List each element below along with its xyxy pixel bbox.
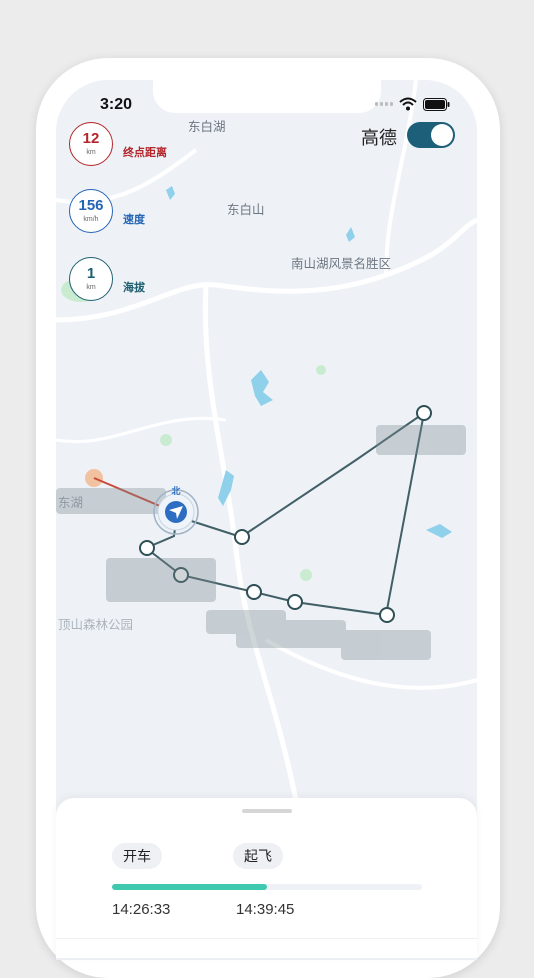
bottom-sheet[interactable]: 开车 起飞 14:26:33 14:39:45 [56, 798, 477, 958]
waypoint[interactable] [246, 584, 262, 600]
waypoint[interactable] [234, 529, 250, 545]
mode-drive-button[interactable]: 开车 [112, 843, 162, 869]
altitude-value: 1 [86, 265, 96, 282]
takeoff-time: 14:39:45 [236, 901, 295, 918]
map-label: 顶山森林公园 [58, 618, 134, 632]
altitude-label: 海拔 [123, 282, 145, 294]
green-area [160, 434, 172, 446]
waypoint[interactable] [287, 594, 303, 610]
toggle-knob [431, 124, 453, 146]
altitude-unit: km [86, 284, 96, 291]
mode-takeoff-button[interactable]: 起飞 [233, 843, 283, 869]
timeline-progress-fill [112, 884, 267, 890]
speed-value: 156 [78, 197, 104, 214]
speed-label: 速度 [123, 214, 145, 226]
waypoint[interactable] [416, 405, 432, 421]
status-icons [375, 97, 450, 111]
map-view[interactable]: 北 [56, 80, 477, 800]
device-notch [153, 80, 381, 113]
wifi-icon [399, 97, 417, 111]
map-provider-toggle[interactable] [407, 122, 455, 148]
start-time: 14:26:33 [112, 901, 171, 918]
map-label: 东湖 [58, 496, 84, 510]
divider [56, 938, 477, 939]
green-area [300, 569, 312, 581]
sheet-drag-handle[interactable] [242, 809, 292, 813]
distance-gauge: 12 km [69, 122, 113, 166]
battery-icon [423, 97, 450, 111]
green-area [316, 365, 326, 375]
altitude-gauge: 1 km [69, 257, 113, 301]
map-label: 南山湖风景名胜区 [291, 257, 392, 271]
speed-unit: km/h [83, 216, 99, 223]
status-time: 3:20 [100, 96, 133, 113]
waypoint[interactable] [379, 607, 395, 623]
distance-label: 终点距离 [123, 147, 167, 159]
waypoint[interactable] [139, 540, 155, 556]
distance-unit: km [86, 149, 96, 156]
distance-value: 12 [82, 130, 100, 147]
signal-icon [375, 102, 393, 106]
map-label: 东白山 [227, 203, 265, 217]
timeline-progress-track[interactable] [112, 884, 422, 890]
map-provider-label: 高德 [361, 128, 397, 148]
speed-gauge: 156 km/h [69, 189, 113, 233]
compass-north-label: 北 [171, 485, 180, 497]
map-label: 东白湖 [188, 120, 226, 134]
